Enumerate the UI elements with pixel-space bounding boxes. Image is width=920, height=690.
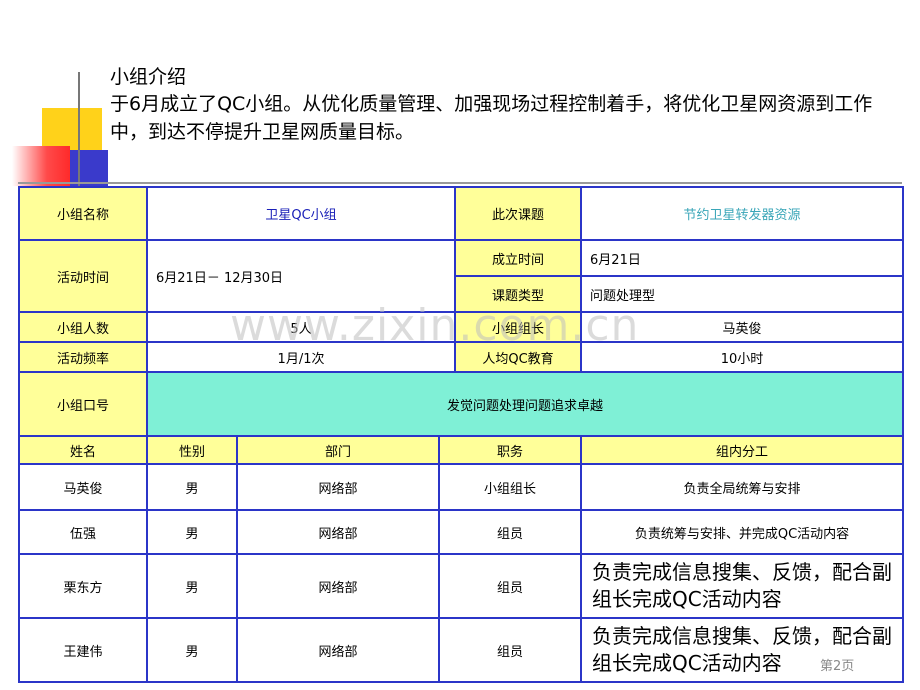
decor-red-square xyxy=(12,146,70,186)
intro-title: 小组介绍 xyxy=(110,66,187,88)
member-gender: 男 xyxy=(146,553,238,619)
activity-time-label: 活动时间 xyxy=(18,239,148,313)
decor-vertical-line xyxy=(78,72,80,200)
founded-label: 成立时间 xyxy=(454,239,583,277)
member-name: 栗东方 xyxy=(18,553,148,619)
leader-label: 小组组长 xyxy=(454,311,583,343)
member-duty: 负责完成信息搜集、反馈，配合副组长完成QC活动内容 xyxy=(580,553,905,619)
activity-time-value: 6月21日－ 12月30日 xyxy=(145,239,457,313)
table-row: 栗东方 男 网络部 组员 负责完成信息搜集、反馈，配合副组长完成QC活动内容 xyxy=(18,553,905,619)
members-value: 5人 xyxy=(145,311,457,343)
group-name-label: 小组名称 xyxy=(18,186,148,241)
member-position: 组员 xyxy=(437,553,583,619)
members-label: 小组人数 xyxy=(18,311,148,343)
table-row: 小组人数 5人 小组组长 马英俊 xyxy=(18,311,905,343)
header-duty: 组内分工 xyxy=(580,435,905,465)
leader-value: 马英俊 xyxy=(580,311,905,343)
member-name: 马英俊 xyxy=(18,463,148,511)
table-row: 小组口号 发觉问题处理问题追求卓越 xyxy=(18,371,905,437)
frequency-value: 1月/1次 xyxy=(145,341,457,373)
member-name: 伍强 xyxy=(18,509,148,555)
founded-value: 6月21日 xyxy=(580,239,905,277)
header-gender: 性别 xyxy=(146,435,238,465)
member-gender: 男 xyxy=(146,463,238,511)
member-position: 组员 xyxy=(437,509,583,555)
member-department: 网络部 xyxy=(236,509,440,555)
header-name: 姓名 xyxy=(18,435,148,465)
member-gender: 男 xyxy=(146,617,238,683)
table-row: 马英俊 男 网络部 小组组长 负责全局统筹与安排 xyxy=(18,463,905,511)
topic-type-value: 问题处理型 xyxy=(580,275,905,313)
education-value: 10小时 xyxy=(580,341,905,373)
member-position: 小组组长 xyxy=(437,463,583,511)
member-duty: 负责全局统筹与安排 xyxy=(580,463,905,511)
table-row: 活动时间 6月21日－ 12月30日 成立时间 6月21日 xyxy=(18,239,905,313)
members-header-row: 姓名 性别 部门 职务 组内分工 xyxy=(18,435,905,465)
topic-value: 节约卫星转发器资源 xyxy=(580,186,905,241)
table-row: 活动频率 1月/1次 人均QC教育 10小时 xyxy=(18,341,905,373)
qc-group-table: 小组名称 卫星QC小组 此次课题 节约卫星转发器资源 活动时间 6月21日－ 1… xyxy=(18,186,905,683)
intro-text: 于6月成立了QC小组。从优化质量管理、加强现场过程控制着手，将优化卫星网资源到工… xyxy=(110,93,873,143)
table-row: 王建伟 男 网络部 组员 负责完成信息搜集、反馈，配合副组长完成QC活动内容 xyxy=(18,617,905,683)
table-row: 伍强 男 网络部 组员 负责统筹与安排、并完成QC活动内容 xyxy=(18,509,905,555)
member-duty: 负责完成信息搜集、反馈，配合副组长完成QC活动内容 xyxy=(580,617,905,683)
topic-label: 此次课题 xyxy=(454,186,583,241)
slogan-value: 发觉问题处理问题追求卓越 xyxy=(145,371,905,437)
member-position: 组员 xyxy=(437,617,583,683)
header-position: 职务 xyxy=(437,435,583,465)
topic-type-label: 课题类型 xyxy=(454,275,583,313)
education-label: 人均QC教育 xyxy=(454,341,583,373)
member-name: 王建伟 xyxy=(18,617,148,683)
member-duty: 负责统筹与安排、并完成QC活动内容 xyxy=(580,509,905,555)
member-department: 网络部 xyxy=(236,463,440,511)
header-department: 部门 xyxy=(236,435,440,465)
table-row: 小组名称 卫星QC小组 此次课题 节约卫星转发器资源 xyxy=(18,186,905,241)
frequency-label: 活动频率 xyxy=(18,341,148,373)
member-gender: 男 xyxy=(146,509,238,555)
slogan-label: 小组口号 xyxy=(18,371,148,437)
page-number: 第2页 xyxy=(820,659,855,674)
member-department: 网络部 xyxy=(236,617,440,683)
member-department: 网络部 xyxy=(236,553,440,619)
decor-horizontal-line xyxy=(18,182,902,184)
group-name-value: 卫星QC小组 xyxy=(145,186,457,241)
